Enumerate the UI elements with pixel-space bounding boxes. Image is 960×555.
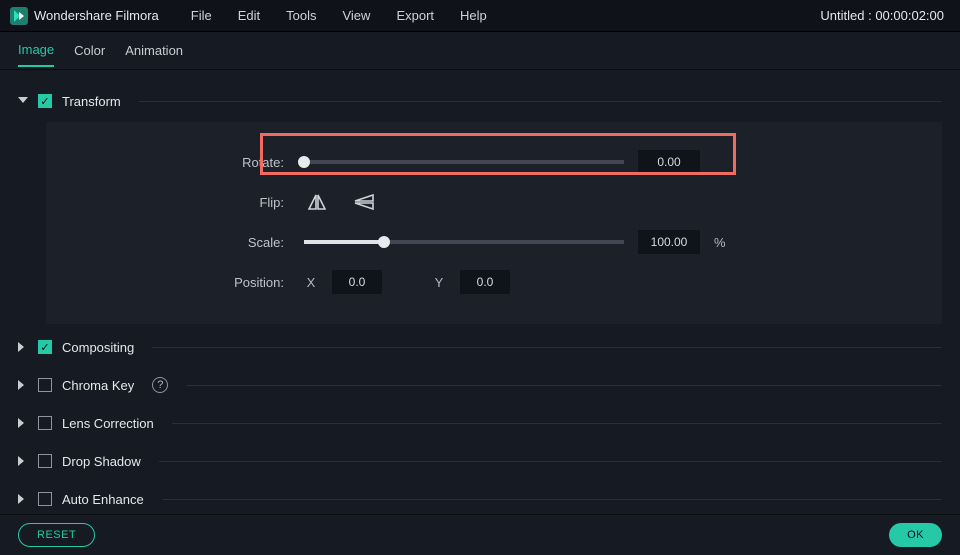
section-label: Transform (62, 94, 121, 109)
panel-area: ✓ Transform Rotate: Flip: (0, 70, 960, 514)
section-header-transform[interactable]: ✓ Transform (18, 86, 942, 116)
section-drop-shadow: Drop Shadow (18, 446, 942, 476)
tab-image[interactable]: Image (18, 34, 54, 67)
checkbox-auto[interactable] (38, 492, 52, 506)
project-info: Untitled : 00:00:02:00 (820, 8, 950, 23)
help-icon[interactable]: ? (152, 377, 168, 393)
input-scale[interactable] (638, 230, 700, 254)
label-flip: Flip: (74, 195, 290, 210)
menu-bar: Wondershare Filmora File Edit Tools View… (0, 0, 960, 32)
section-rule (159, 461, 942, 462)
app-title: Wondershare Filmora (34, 8, 159, 23)
app-logo: Wondershare Filmora (10, 7, 159, 25)
unit-scale: % (714, 235, 726, 250)
label-rotate: Rotate: (74, 155, 290, 170)
checkbox-compositing[interactable]: ✓ (38, 340, 52, 354)
section-rule (186, 385, 942, 386)
section-chroma-key: Chroma Key ? (18, 370, 942, 400)
label-x: X (304, 275, 318, 290)
section-transform: ✓ Transform Rotate: Flip: (18, 86, 942, 324)
section-lens-correction: Lens Correction (18, 408, 942, 438)
input-rotate[interactable] (638, 150, 700, 174)
filmora-logo-icon (10, 7, 28, 25)
input-pos-x[interactable] (332, 270, 382, 294)
section-header-drop[interactable]: Drop Shadow (18, 446, 942, 476)
flip-horizontal-icon[interactable] (308, 194, 326, 210)
menu-help[interactable]: Help (450, 4, 497, 27)
slider-rotate[interactable] (304, 160, 624, 164)
section-label: Lens Correction (62, 416, 154, 431)
disclosure-icon[interactable] (18, 418, 28, 428)
reset-button[interactable]: RESET (18, 523, 95, 547)
tab-animation[interactable]: Animation (125, 35, 183, 66)
menu-view[interactable]: View (332, 4, 380, 27)
checkbox-chroma[interactable] (38, 378, 52, 392)
section-rule (172, 423, 942, 424)
slider-scale[interactable] (304, 240, 624, 244)
section-label: Compositing (62, 340, 134, 355)
row-rotate: Rotate: (74, 142, 914, 182)
disclosure-icon[interactable] (18, 97, 28, 107)
ok-button[interactable]: OK (889, 523, 942, 547)
section-auto-enhance: Auto Enhance (18, 484, 942, 514)
section-rule (152, 347, 942, 348)
footer: RESET OK (0, 514, 960, 555)
checkbox-transform[interactable]: ✓ (38, 94, 52, 108)
flip-vertical-icon[interactable] (354, 194, 374, 210)
menu-file[interactable]: File (181, 4, 222, 27)
section-compositing: ✓ Compositing (18, 332, 942, 362)
row-scale: Scale: % (74, 222, 914, 262)
disclosure-icon[interactable] (18, 342, 28, 352)
menu-export[interactable]: Export (386, 4, 444, 27)
section-header-lens[interactable]: Lens Correction (18, 408, 942, 438)
label-position: Position: (74, 275, 290, 290)
label-y: Y (432, 275, 446, 290)
row-position: Position: X Y (74, 262, 914, 302)
tab-color[interactable]: Color (74, 35, 105, 66)
menu-tools[interactable]: Tools (276, 4, 326, 27)
section-label: Drop Shadow (62, 454, 141, 469)
section-rule (139, 101, 942, 102)
section-label: Chroma Key (62, 378, 134, 393)
section-rule (162, 499, 942, 500)
checkbox-lens[interactable] (38, 416, 52, 430)
main-menu: File Edit Tools View Export Help (181, 4, 497, 27)
section-header-chroma[interactable]: Chroma Key ? (18, 370, 942, 400)
checkbox-drop[interactable] (38, 454, 52, 468)
section-header-compositing[interactable]: ✓ Compositing (18, 332, 942, 362)
tab-bar: Image Color Animation (0, 32, 960, 70)
disclosure-icon[interactable] (18, 494, 28, 504)
disclosure-icon[interactable] (18, 456, 28, 466)
section-header-auto[interactable]: Auto Enhance (18, 484, 942, 514)
input-pos-y[interactable] (460, 270, 510, 294)
row-flip: Flip: (74, 182, 914, 222)
disclosure-icon[interactable] (18, 380, 28, 390)
menu-edit[interactable]: Edit (228, 4, 270, 27)
section-label: Auto Enhance (62, 492, 144, 507)
label-scale: Scale: (74, 235, 290, 250)
transform-body: Rotate: Flip: (46, 122, 942, 324)
